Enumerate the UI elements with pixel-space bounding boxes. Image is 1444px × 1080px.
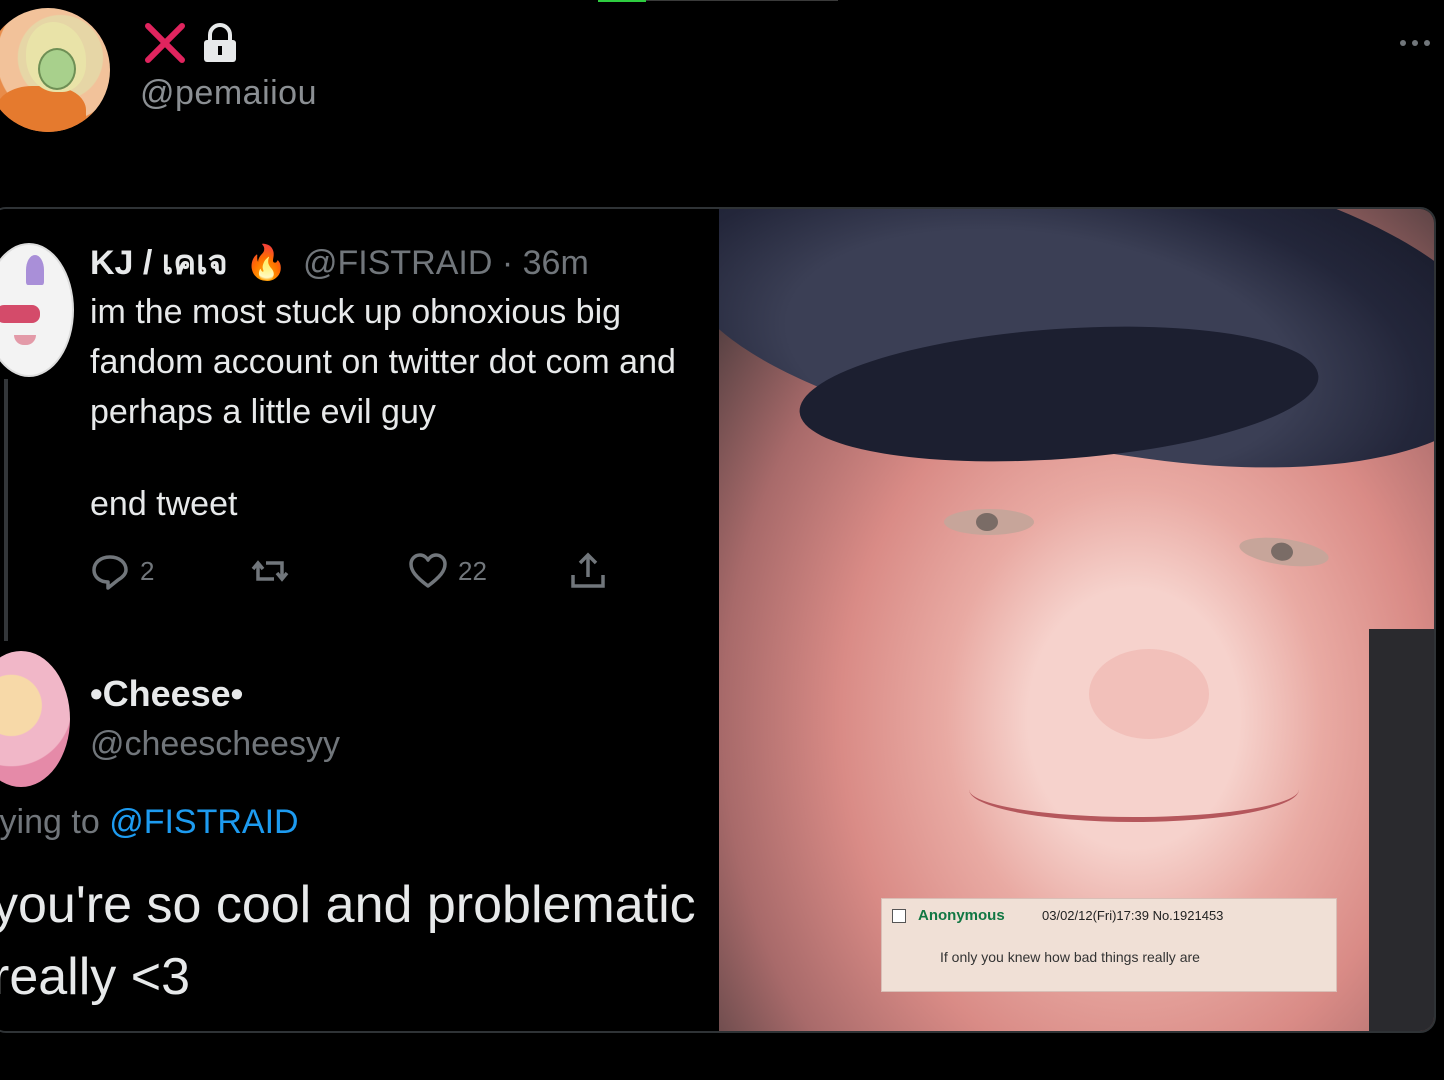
post-meta: 03/02/12(Fri)17:39 No.1921453 <box>1042 908 1224 923</box>
like-count: 22 <box>458 555 487 586</box>
retweet-icon <box>251 560 289 582</box>
post-body: If only you knew how bad things really a… <box>940 949 1200 965</box>
x-close-icon[interactable] <box>142 20 188 66</box>
fire-emoji: 🔥 <box>245 244 288 282</box>
reply-icon <box>92 555 128 590</box>
post-author: Anonymous <box>918 907 1005 924</box>
tweet-screenshot: KJ / เคเจ 🔥 @FISTRAID · 36m im the most … <box>0 209 719 1031</box>
media-card[interactable]: KJ / เคเจ 🔥 @FISTRAID · 36m im the most … <box>0 207 1436 1033</box>
replying-mention[interactable]: @FISTRAID <box>109 803 298 841</box>
post-checkbox <box>892 909 906 923</box>
cheese-avatar[interactable] <box>0 651 70 787</box>
profile-avatar[interactable] <box>0 8 110 132</box>
tweet-actions: 2 22 <box>90 551 630 591</box>
avatar-art <box>14 335 36 345</box>
share-icon <box>571 552 605 588</box>
reply-display-name[interactable]: •Cheese• <box>90 673 243 715</box>
photo-art <box>1089 649 1209 739</box>
quoted-timestamp[interactable]: 36m <box>523 244 589 282</box>
avatar-art <box>26 255 44 285</box>
photo-art <box>1369 629 1434 1031</box>
photo-art <box>969 757 1299 822</box>
forum-post-caption: Anonymous 03/02/12(Fri)17:39 No.1921453 … <box>881 898 1337 992</box>
reply-handle[interactable]: @cheescheesyy <box>90 725 340 764</box>
quoted-tweet-header: KJ / เคเจ 🔥 @FISTRAID · 36m <box>90 235 589 289</box>
avatar-art <box>0 305 40 323</box>
lock-icon <box>204 23 236 62</box>
like-button[interactable]: 22 <box>408 551 487 591</box>
more-icon[interactable] <box>1398 34 1434 52</box>
replying-prefix: lying to <box>0 803 110 841</box>
photo-art <box>944 509 1034 535</box>
quoted-tweet-text: im the most stuck up obnoxious big fando… <box>90 293 676 431</box>
meme-photo: Anonymous 03/02/12(Fri)17:39 No.1921453 … <box>719 209 1434 1031</box>
thread-line <box>4 379 8 641</box>
progress-track <box>646 0 838 1</box>
like-icon <box>409 553 447 588</box>
reply-button[interactable]: 2 <box>90 551 154 591</box>
separator: · <box>501 244 514 282</box>
avatar-art <box>0 86 86 132</box>
account-handle[interactable]: @pemaiiou <box>140 74 317 113</box>
replying-to: lying to @FISTRAID <box>0 803 299 842</box>
quoted-handle[interactable]: @FISTRAID <box>303 244 492 282</box>
share-button[interactable] <box>568 551 608 591</box>
avatar-art <box>38 48 76 90</box>
kj-avatar[interactable] <box>0 243 74 377</box>
photo-art <box>976 513 998 531</box>
progress-bar <box>598 0 646 2</box>
reply-text: you're so cool and problematic really <3 <box>0 876 696 1006</box>
photo-art <box>1269 541 1295 563</box>
quoted-tweet-text-end: end tweet <box>90 485 238 523</box>
reply-count: 2 <box>140 555 155 586</box>
quoted-display-name[interactable]: KJ / เคเจ <box>90 244 228 282</box>
retweet-button[interactable] <box>250 551 290 591</box>
photo-art <box>1237 532 1331 572</box>
